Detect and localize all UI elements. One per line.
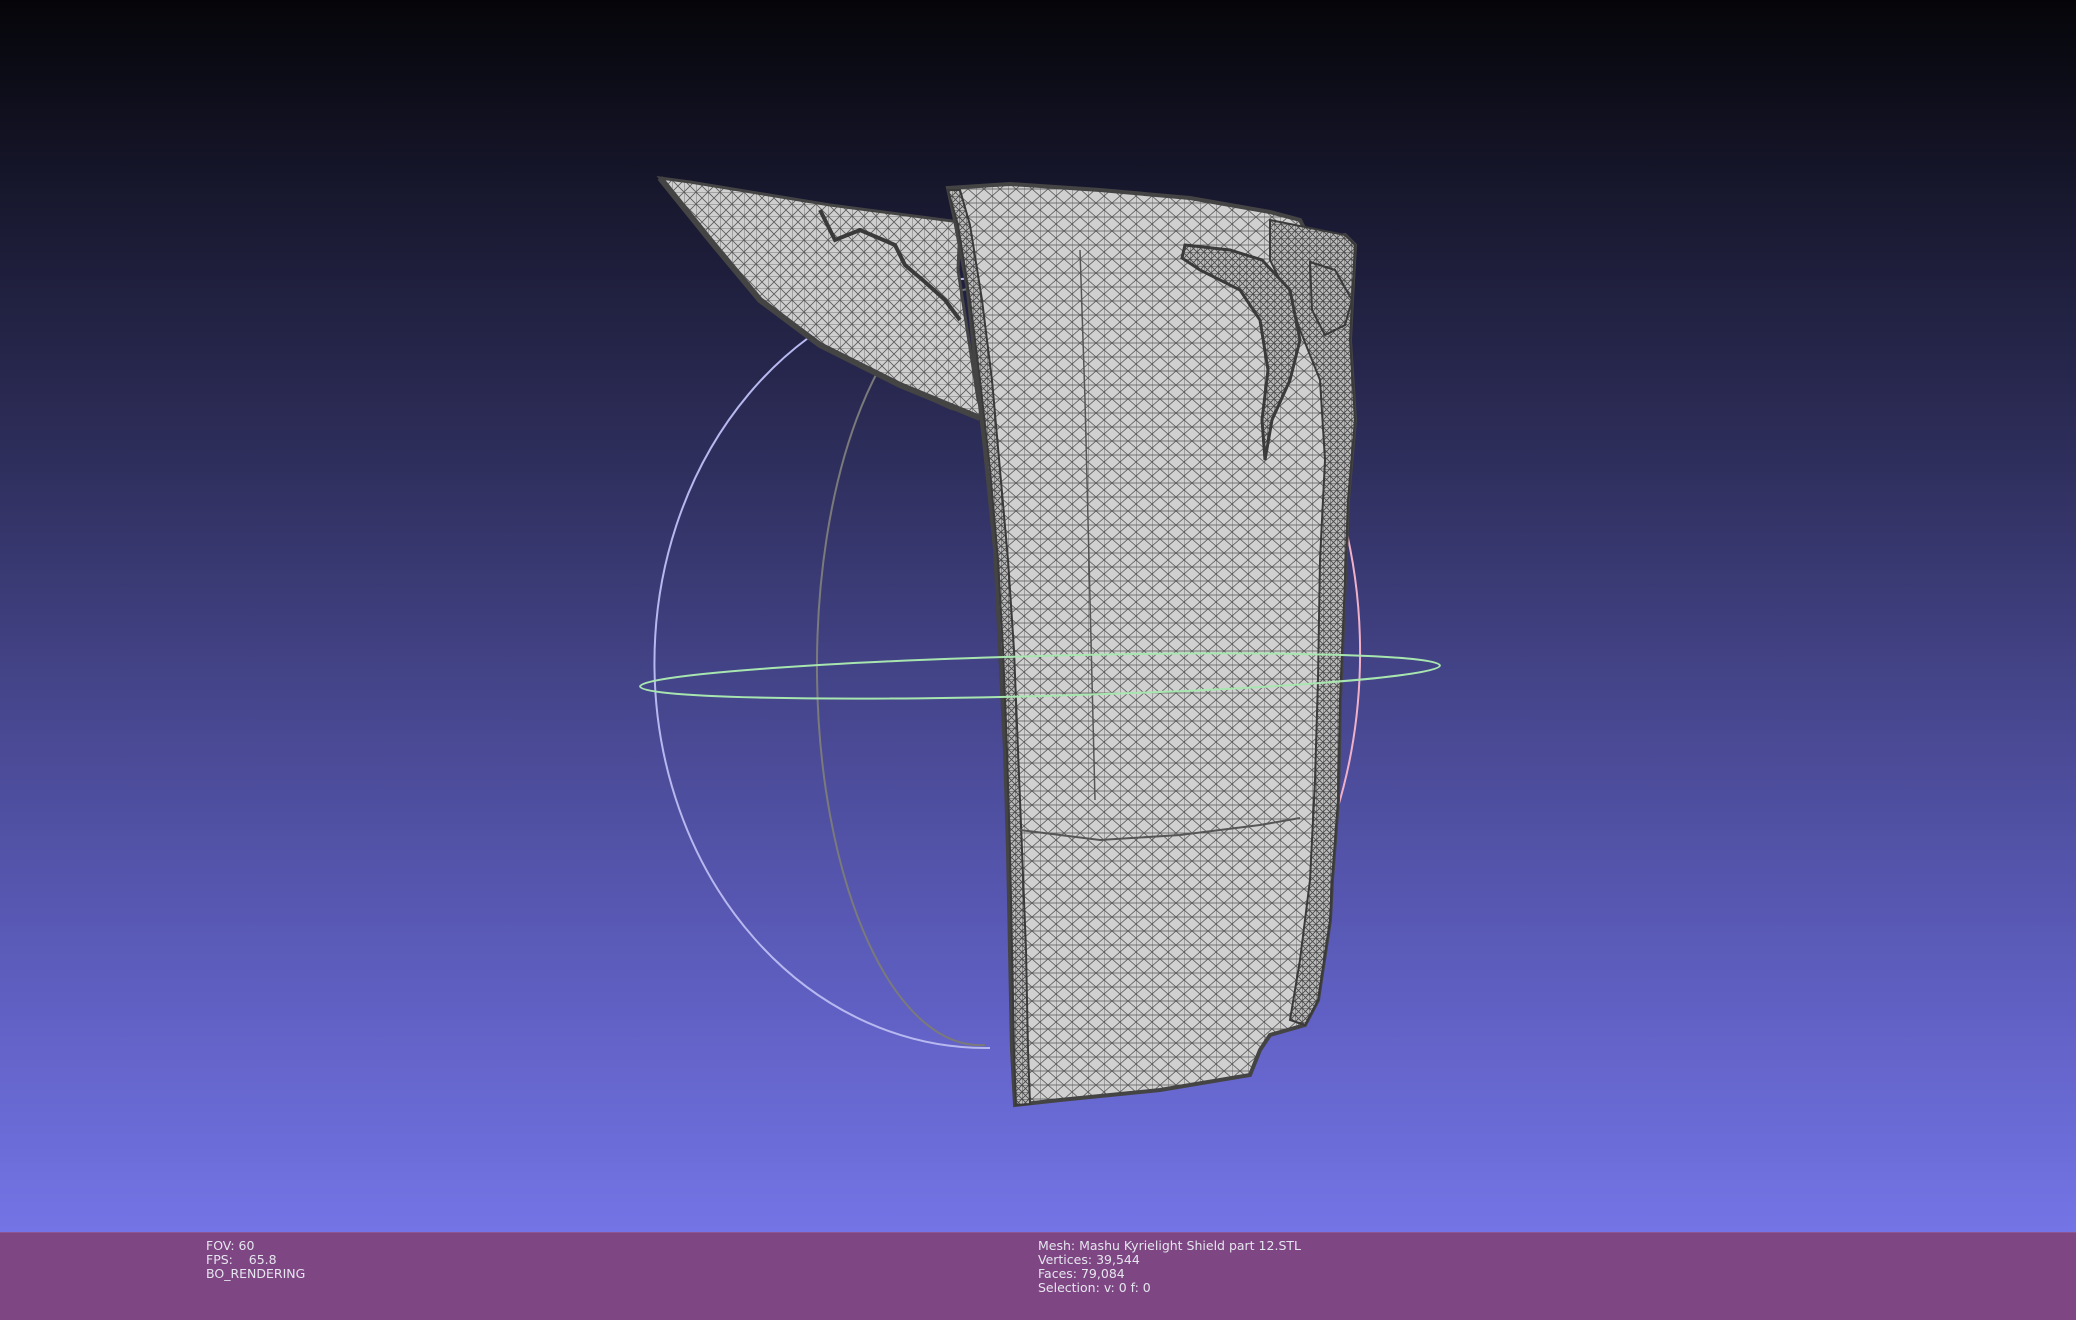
vertices-readout: Vertices: 39,544 [1038,1253,1301,1267]
faces-readout: Faces: 79,084 [1038,1267,1301,1281]
vertices-label: Vertices: [1038,1252,1093,1267]
render-scene[interactable] [0,0,2076,1232]
fps-label: FPS: [206,1252,233,1267]
3d-viewport[interactable] [0,0,2076,1232]
selection-readout: Selection: v: 0 f: 0 [1038,1281,1301,1295]
fps-readout: FPS: 65.8 [206,1253,305,1267]
selection-label: Selection: [1038,1280,1100,1295]
render-mode: BO_RENDERING [206,1266,306,1281]
vertices-value: 39,544 [1096,1252,1140,1267]
mesh-name: Mashu Kyrielight Shield part 12.STL [1079,1238,1301,1253]
faces-value: 79,084 [1080,1266,1125,1281]
fov-readout: FOV: 60 [206,1239,305,1253]
status-info-right: Mesh: Mashu Kyrielight Shield part 12.ST… [1038,1239,1301,1295]
status-info-left: FOV: 60 FPS: 65.8 BO_RENDERING [206,1239,305,1281]
mesh-label: Mesh: [1038,1238,1076,1253]
fps-value: 65.8 [248,1252,277,1267]
status-bar: FOV: 60 FPS: 65.8 BO_RENDERING Mesh: Mas… [0,1232,2076,1320]
fov-label: FOV: [206,1238,235,1253]
selection-value: v: 0 f: 0 [1103,1280,1151,1295]
mesh-name-readout: Mesh: Mashu Kyrielight Shield part 12.ST… [1038,1239,1301,1253]
faces-label: Faces: [1038,1266,1077,1281]
mesh-shield-part[interactable] [656,176,1358,1108]
fov-value: 60 [238,1238,255,1253]
